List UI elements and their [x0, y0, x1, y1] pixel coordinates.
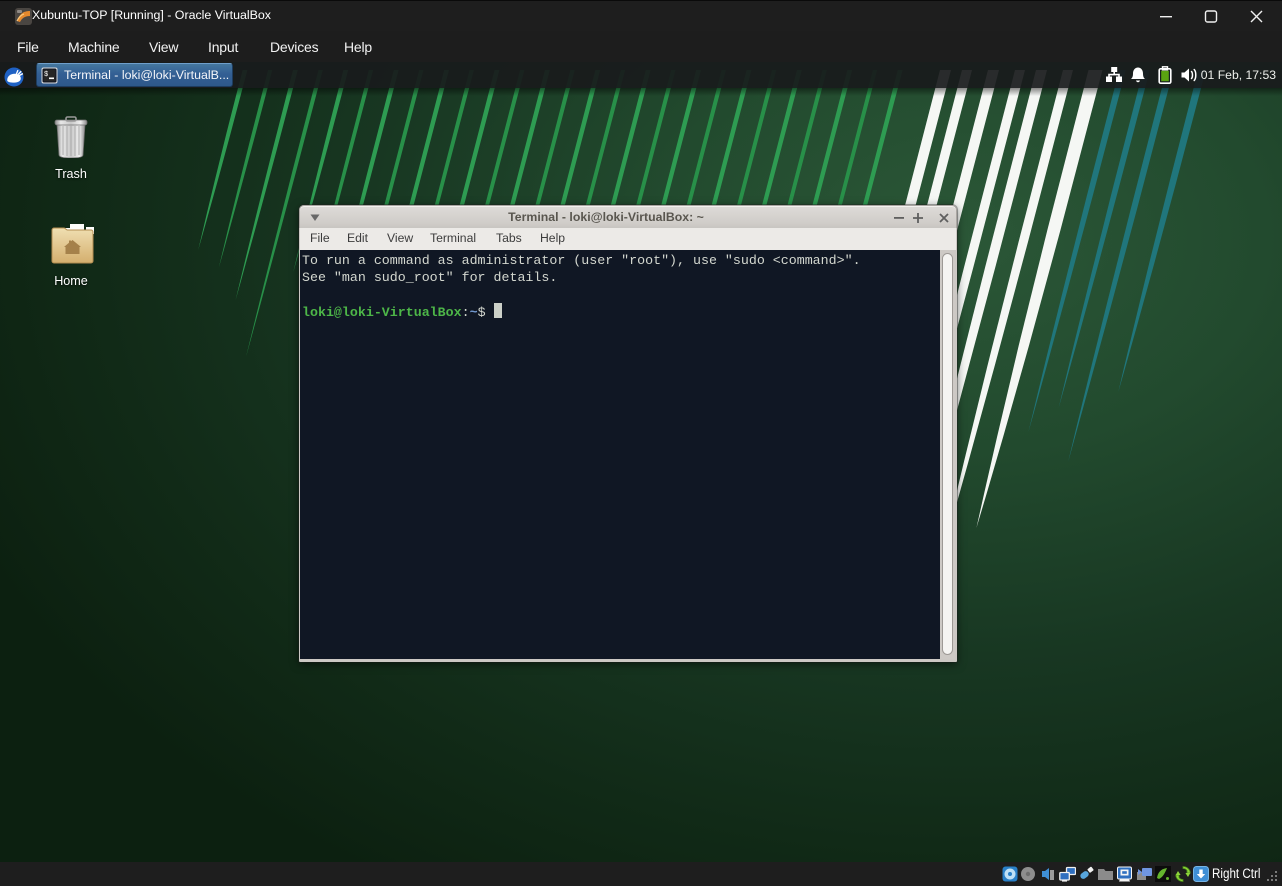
svg-text:$: $ — [44, 71, 48, 79]
